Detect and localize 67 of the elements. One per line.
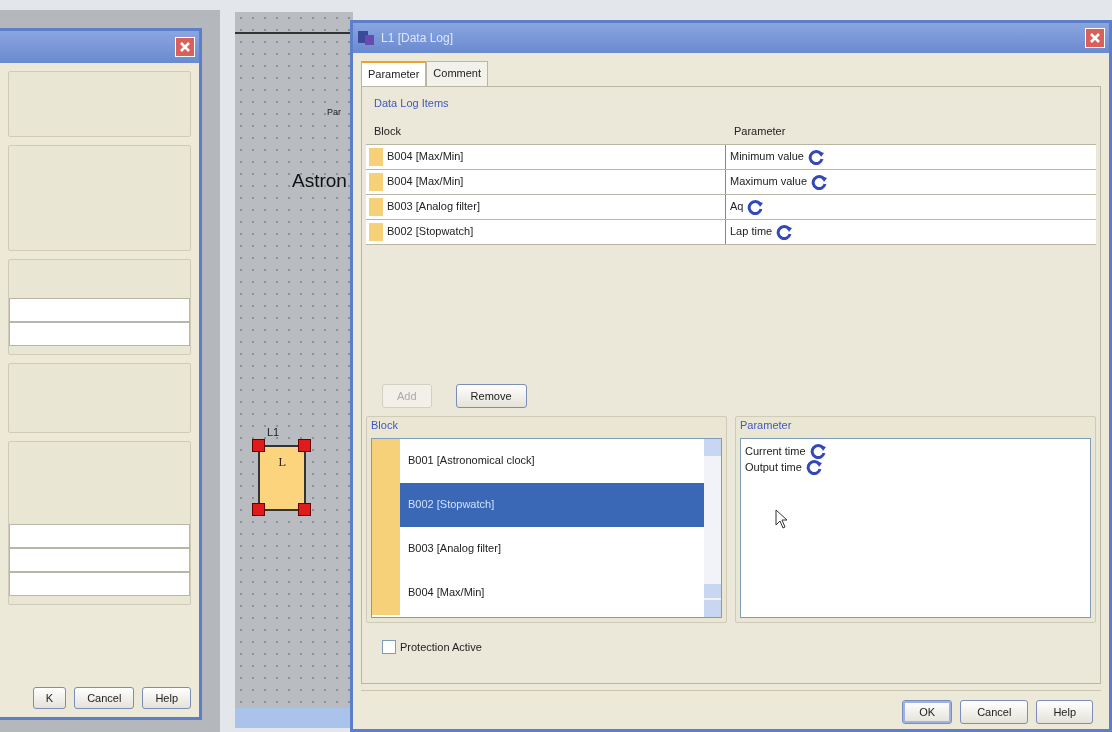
block-name: B002 [Stopwatch] xyxy=(407,497,495,513)
block-icon xyxy=(372,570,400,615)
parameter-name: Current time xyxy=(745,443,806,459)
refresh-icon[interactable] xyxy=(807,148,826,165)
selection-handle[interactable] xyxy=(298,439,311,452)
dialog-button[interactable]: K xyxy=(32,686,67,709)
input-field[interactable] xyxy=(9,322,190,346)
tab[interactable]: Comment xyxy=(426,61,489,86)
parameter-name: Output time xyxy=(745,460,802,475)
block-icon xyxy=(369,222,383,241)
block-icon xyxy=(369,147,383,166)
section-title: Data Log Items xyxy=(373,95,450,111)
input-field[interactable] xyxy=(9,298,190,322)
block-name: B004 [Max/Min] xyxy=(407,585,485,601)
action-button[interactable]: Remove xyxy=(455,383,527,408)
block-name: B004 [Max/Min] xyxy=(387,174,464,190)
refresh-icon[interactable] xyxy=(805,459,824,476)
parameter-name: Lap time xyxy=(730,224,773,240)
list-item[interactable]: Output time xyxy=(745,459,1090,476)
input-field[interactable] xyxy=(9,524,190,548)
input-field[interactable] xyxy=(9,572,190,596)
dialog-button[interactable]: Cancel xyxy=(74,686,135,709)
checkbox-label: Protection Active xyxy=(400,640,482,655)
refresh-icon[interactable] xyxy=(809,442,828,459)
block-name: B001 [Astronomical clock] xyxy=(407,453,535,469)
list-item[interactable]: Current time xyxy=(745,442,1090,459)
block-name: B003 [Analog filter] xyxy=(387,199,480,215)
selection-handle[interactable] xyxy=(252,503,265,516)
close-button[interactable] xyxy=(175,37,195,57)
dialog-button[interactable]: Help xyxy=(142,686,191,709)
close-button[interactable] xyxy=(1085,28,1105,48)
group-title: Parameter xyxy=(739,418,793,433)
checkbox[interactable] xyxy=(382,640,396,655)
list-item[interactable]: B002 [Stopwatch] xyxy=(372,482,704,527)
window-icon xyxy=(357,29,375,47)
block-title: Astron xyxy=(292,169,347,193)
dialog-button[interactable]: Cancel xyxy=(960,699,1029,724)
column-header: Block xyxy=(373,124,402,139)
connector-label: Par xyxy=(327,106,341,119)
close-icon xyxy=(1089,32,1101,44)
window-title: L1 [Data Log] xyxy=(381,30,455,47)
selection-handle[interactable] xyxy=(252,439,265,452)
tab[interactable]: Parameter xyxy=(361,61,427,86)
mouse-pointer-icon xyxy=(775,508,789,529)
block-name: L1 xyxy=(267,425,280,440)
close-icon xyxy=(179,41,191,53)
block-name: B002 [Stopwatch] xyxy=(387,224,474,240)
scroll-thumb[interactable] xyxy=(704,584,721,598)
parameter-name: Maximum value xyxy=(730,174,808,190)
block-name: B004 [Max/Min] xyxy=(387,149,464,165)
refresh-icon[interactable] xyxy=(811,173,830,190)
refresh-icon[interactable] xyxy=(747,198,766,215)
block-icon xyxy=(369,197,383,216)
block-name: B003 [Analog filter] xyxy=(407,541,501,557)
scroll-up-button[interactable] xyxy=(704,438,721,456)
refresh-icon[interactable] xyxy=(776,223,795,240)
group-title: Block xyxy=(370,418,399,433)
block-icon xyxy=(372,438,400,483)
logic-block[interactable]: L xyxy=(258,445,306,511)
block-icon xyxy=(369,172,383,191)
parameter-name: Aq xyxy=(730,199,744,215)
parameter-name: Minimum value xyxy=(730,149,804,165)
column-header: Parameter xyxy=(733,124,787,139)
dialog-button[interactable]: Help xyxy=(1036,699,1093,724)
dialog-button[interactable]: OK xyxy=(902,699,953,724)
input-field[interactable] xyxy=(9,548,190,572)
selection-handle[interactable] xyxy=(298,503,311,516)
